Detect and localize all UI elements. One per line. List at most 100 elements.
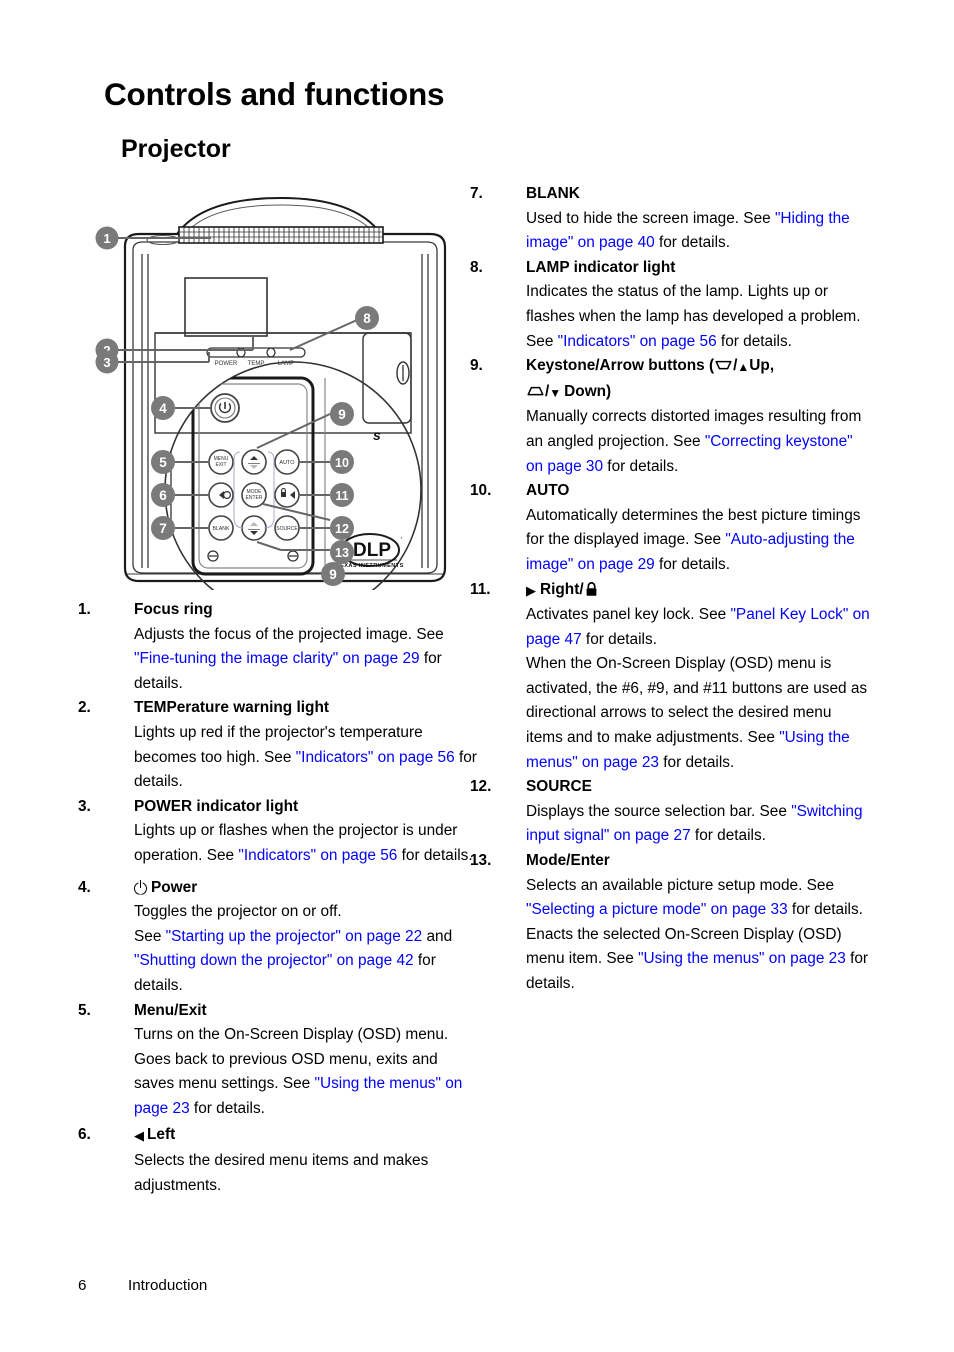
list-item-7: 7. BLANK Used to hide the screen image. … bbox=[470, 182, 870, 256]
projector-diagram: POWER TEMP LAMP MENU EXIT AUTO MODE ENTE… bbox=[85, 190, 485, 590]
text-run: for details. bbox=[603, 457, 679, 475]
item-term: LAMP indicator light bbox=[526, 258, 676, 276]
svg-text:8: 8 bbox=[363, 311, 371, 326]
callout-7: 7 bbox=[151, 516, 175, 540]
svg-text:12: 12 bbox=[335, 522, 349, 536]
text-run: Selects the desired menu items and makes… bbox=[134, 1152, 429, 1194]
svg-text:DLP: DLP bbox=[353, 540, 391, 561]
callout-11: 11 bbox=[330, 483, 354, 507]
cross-reference-link[interactable]: "Shutting down the projector" on page 42 bbox=[134, 952, 414, 969]
callout-3: 3 bbox=[95, 350, 119, 374]
item-number: 7. bbox=[470, 185, 483, 202]
item-description: Selects an available picture setup mode.… bbox=[526, 874, 870, 997]
list-item-2: 2. TEMPerature warning light Lights up r… bbox=[78, 696, 478, 794]
item-number: 11. bbox=[470, 580, 491, 598]
list-item-6: 6. ◀ Left Selects the desired menu items … bbox=[78, 1123, 478, 1198]
footer-section-name: Introduction bbox=[128, 1277, 208, 1294]
callout-6: 6 bbox=[151, 483, 175, 507]
item-number: 8. bbox=[470, 258, 483, 276]
item-number: 13. bbox=[470, 852, 492, 870]
cross-reference-link[interactable]: "Using the menus" on page 23 bbox=[638, 950, 846, 967]
keypad-label-exit: EXIT bbox=[215, 462, 226, 468]
callout-13: 13 bbox=[330, 540, 354, 564]
right-column: 7. BLANK Used to hide the screen image. … bbox=[470, 182, 870, 997]
list-item-3: 3. POWER indicator light Lights up or fl… bbox=[78, 795, 478, 869]
triangle-down-icon: ▼ bbox=[549, 385, 562, 400]
item-number: 12. bbox=[470, 778, 492, 796]
cross-reference-link[interactable]: "Indicators" on page 56 bbox=[558, 333, 717, 350]
item-number: 3. bbox=[78, 797, 91, 815]
text-run: Displays the source selection bar. See bbox=[526, 802, 792, 820]
svg-text:9: 9 bbox=[329, 567, 337, 582]
svg-text:13: 13 bbox=[335, 546, 349, 560]
text-run: Adjusts the focus of the projected image… bbox=[134, 625, 444, 643]
item-description: Indicates the status of the lamp. Lights… bbox=[526, 280, 870, 354]
callout-8: 8 bbox=[355, 306, 379, 330]
text-run: for details. bbox=[787, 901, 863, 919]
item-term: Keystone/Arrow buttons ( bbox=[526, 357, 715, 375]
callout-9-top: 9 bbox=[330, 402, 354, 426]
item-number: 2. bbox=[78, 699, 91, 717]
keypad-label-auto: AUTO bbox=[279, 460, 295, 466]
text-run: for details. bbox=[189, 1099, 265, 1117]
item-term-suffix-up: Up, bbox=[749, 357, 775, 375]
callout-12: 12 bbox=[330, 516, 354, 540]
item-number: 4. bbox=[78, 878, 91, 896]
callout-badges: 1 2 3 4 5 6 7 8 9 10 bbox=[95, 226, 379, 586]
keypad-label-blank: BLANK bbox=[212, 526, 230, 532]
cross-reference-link[interactable]: "Selecting a picture mode" on page 33 bbox=[526, 901, 788, 918]
item-number: 5. bbox=[78, 1001, 91, 1019]
list-item-4: 4. Power Toggles the projector on or off… bbox=[78, 876, 478, 999]
callout-5: 5 bbox=[151, 450, 175, 474]
item-term: Focus ring bbox=[134, 601, 213, 618]
svg-text:6: 6 bbox=[159, 488, 167, 503]
item-term-suffix-down: Down) bbox=[564, 382, 612, 400]
item-term: Power bbox=[151, 878, 198, 896]
power-icon bbox=[134, 879, 148, 894]
text-run: and bbox=[422, 927, 453, 945]
cross-reference-link[interactable]: "Indicators" on page 56 bbox=[238, 847, 397, 864]
footer-page-number: 6 bbox=[78, 1277, 87, 1294]
callout-1: 1 bbox=[95, 226, 119, 250]
page-footer: 6 Introduction bbox=[78, 1277, 207, 1294]
text-run: Activates panel key lock. See bbox=[526, 606, 731, 624]
indicator-label-power: POWER bbox=[215, 361, 238, 367]
svg-text:5: 5 bbox=[159, 455, 167, 470]
list-item-5: 5. Menu/Exit Turns on the On-Screen Disp… bbox=[78, 999, 478, 1122]
svg-text:TEXAS INSTRUMENTS: TEXAS INSTRUMENTS bbox=[336, 563, 403, 569]
item-term: SOURCE bbox=[526, 778, 592, 796]
item-term: Mode/Enter bbox=[526, 852, 610, 870]
page-title: Controls and functions bbox=[104, 76, 445, 112]
text-run: for details. bbox=[654, 234, 730, 252]
item-description: Used to hide the screen image. See "Hidi… bbox=[526, 207, 870, 256]
item-description: Automatically determines the best pictur… bbox=[526, 504, 870, 578]
item-description: Lights up red if the projector's tempera… bbox=[134, 721, 478, 795]
item-description: Adjusts the focus of the projected image… bbox=[134, 623, 478, 697]
text-run: Toggles the projector on or off. bbox=[134, 903, 342, 921]
item-description: Activates panel key lock. See "Panel Key… bbox=[526, 603, 870, 775]
lock-icon bbox=[585, 581, 598, 597]
svg-text:': ' bbox=[401, 537, 402, 544]
callout-4: 4 bbox=[151, 396, 175, 420]
left-column: 1. Focus ring Adjusts the focus of the p… bbox=[78, 598, 478, 1198]
item-term: TEMPerature warning light bbox=[134, 699, 329, 717]
section-title: Projector bbox=[121, 135, 231, 163]
cross-reference-link[interactable]: "Fine-tuning the image clarity" on page … bbox=[134, 650, 420, 667]
keystone-down-trapezoid-icon bbox=[715, 360, 732, 370]
list-item-8: 8. LAMP indicator light Indicates the st… bbox=[470, 256, 870, 354]
cross-reference-link[interactable]: "Indicators" on page 56 bbox=[296, 749, 455, 766]
svg-text:10: 10 bbox=[335, 456, 349, 470]
callout-9-bottom: 9 bbox=[321, 562, 345, 586]
svg-text:11: 11 bbox=[335, 489, 348, 503]
item-term: Right/ bbox=[540, 580, 584, 598]
partial-brand-label: s bbox=[373, 427, 381, 443]
item-term: BLANK bbox=[526, 185, 580, 202]
cross-reference-link[interactable]: "Starting up the projector" on page 22 bbox=[166, 928, 423, 945]
item-number: 10. bbox=[470, 482, 492, 500]
list-item-11: 11. ▶ Right/ Activates panel key lock. Se… bbox=[470, 578, 870, 776]
keystone-up-trapezoid-icon bbox=[527, 386, 544, 396]
svg-text:9: 9 bbox=[338, 407, 346, 422]
item-description: Manually corrects distorted images resul… bbox=[526, 405, 870, 479]
svg-text:1: 1 bbox=[103, 231, 110, 246]
document-page: Controls and functions Projector POWER T… bbox=[0, 0, 954, 1352]
